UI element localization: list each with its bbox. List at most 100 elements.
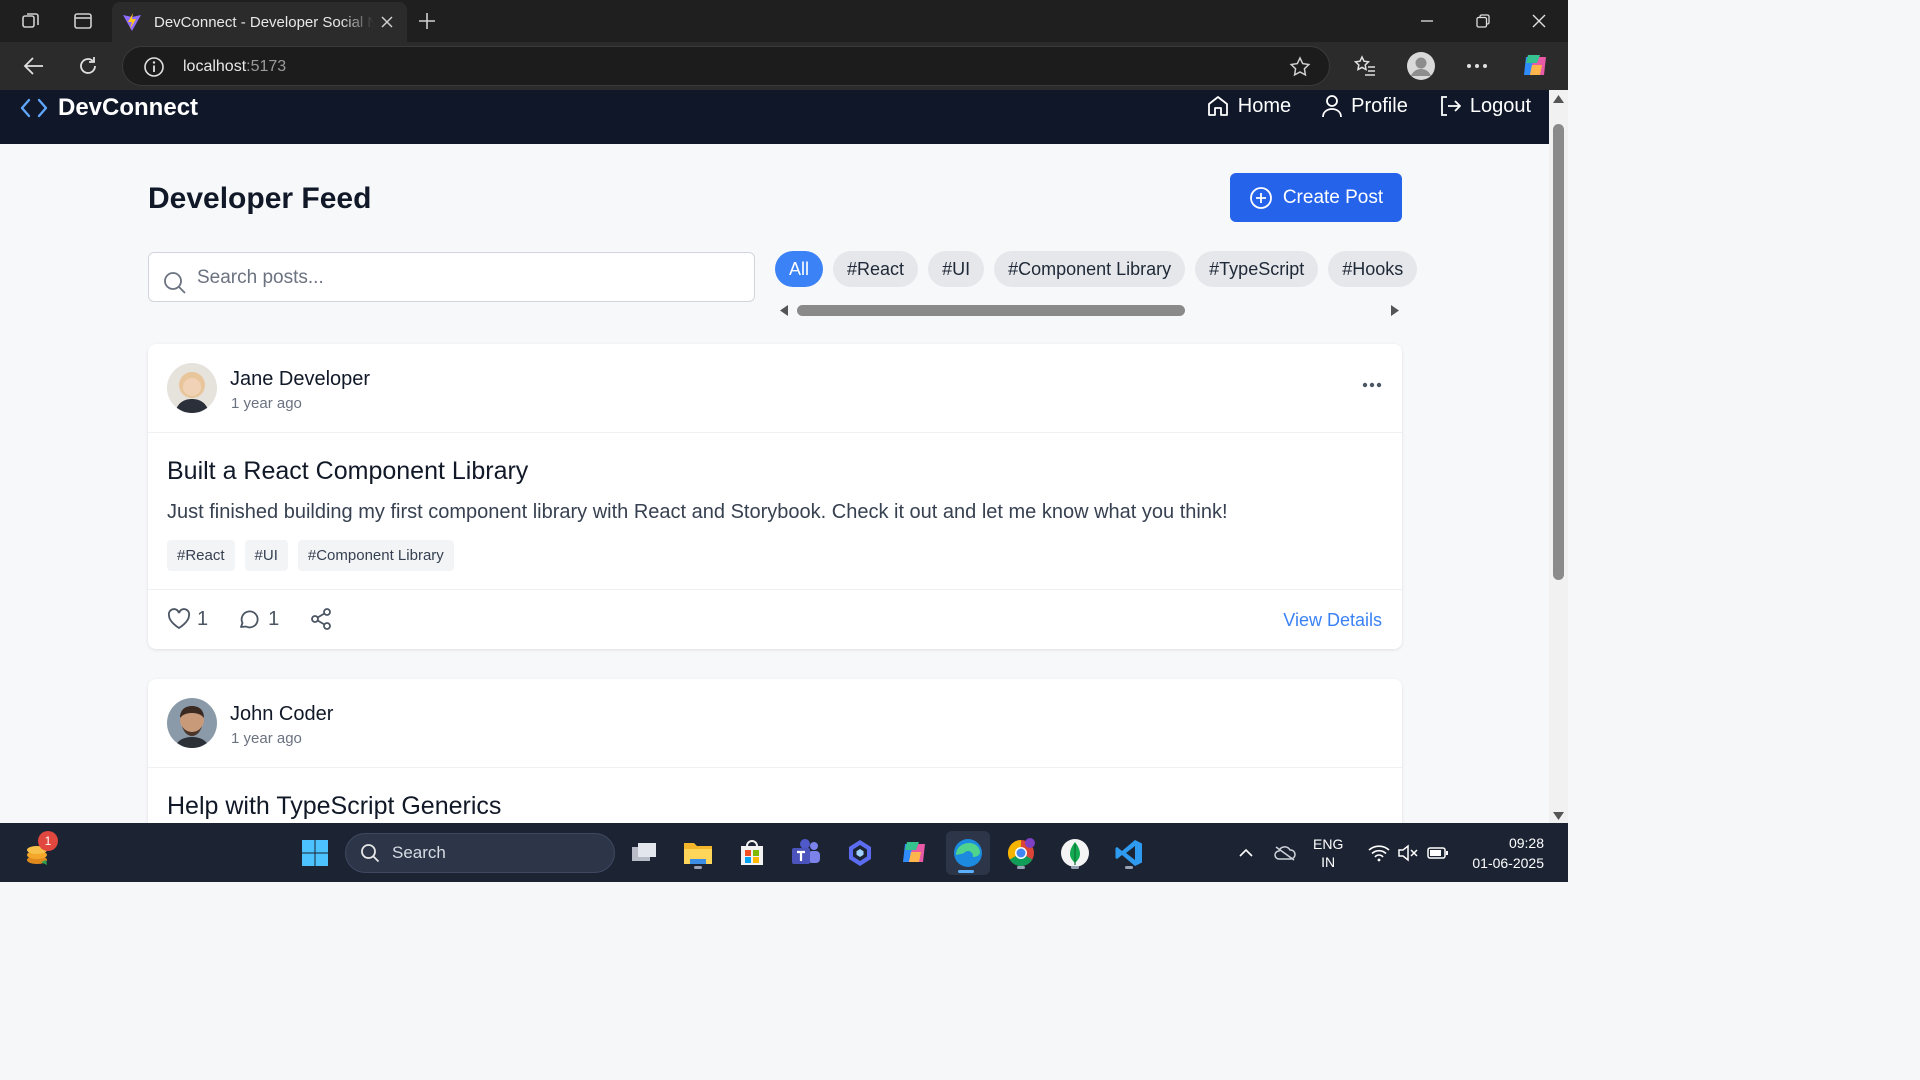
page-scrollbar[interactable] bbox=[1549, 90, 1568, 823]
nav-logout[interactable]: Logout bbox=[1438, 94, 1531, 118]
notification-badge: 1 bbox=[38, 831, 58, 851]
copilot-icon[interactable] bbox=[894, 833, 934, 873]
taskbar-search-label: Search bbox=[392, 843, 446, 862]
close-window-icon[interactable] bbox=[1525, 8, 1553, 34]
create-post-label: Create Post bbox=[1282, 186, 1384, 208]
vite-favicon-icon bbox=[122, 12, 142, 32]
post-tag-ui[interactable]: #UI bbox=[244, 540, 288, 571]
nav-home-label: Home bbox=[1237, 94, 1292, 117]
tab-devconnect[interactable]: DevConnect - Developer Social Network bbox=[112, 2, 407, 42]
search-input[interactable] bbox=[197, 265, 737, 291]
filter-scrollbar-thumb[interactable] bbox=[797, 305, 1185, 316]
logout-icon bbox=[1438, 94, 1462, 118]
more-menu-icon[interactable] bbox=[1463, 52, 1491, 80]
language-code: ENG bbox=[1313, 836, 1344, 852]
refresh-icon[interactable] bbox=[74, 52, 102, 80]
post-content: Just finished building my first componen… bbox=[167, 501, 1228, 523]
post-tag-react[interactable]: #React bbox=[167, 540, 235, 571]
filter-chip-hooks[interactable]: #Hooks bbox=[1328, 251, 1418, 287]
search-box bbox=[148, 252, 755, 302]
close-tab-icon[interactable] bbox=[378, 12, 397, 32]
region-code: IN bbox=[1321, 854, 1336, 870]
edge-browser-icon[interactable] bbox=[946, 831, 990, 875]
comment-icon bbox=[238, 608, 262, 630]
url-port: :5173 bbox=[246, 58, 287, 75]
post-title[interactable]: Built a React Component Library bbox=[167, 457, 528, 486]
filter-chip-ui[interactable]: #UI bbox=[928, 251, 985, 287]
mongodb-compass-icon[interactable] bbox=[1055, 833, 1095, 873]
wifi-icon[interactable] bbox=[1367, 841, 1391, 865]
nav-profile[interactable]: Profile bbox=[1321, 94, 1408, 118]
filter-chip-all[interactable]: All bbox=[775, 251, 824, 287]
chevron-up-icon[interactable] bbox=[1234, 841, 1258, 865]
avatar[interactable] bbox=[167, 363, 217, 413]
new-tab-icon[interactable] bbox=[414, 8, 440, 34]
minimize-icon[interactable] bbox=[1413, 8, 1441, 34]
post-title[interactable]: Help with TypeScript Generics bbox=[167, 792, 501, 821]
more-options-icon[interactable] bbox=[1362, 382, 1382, 388]
post-author[interactable]: John Coder bbox=[230, 703, 333, 726]
create-post-button[interactable]: Create Post bbox=[1230, 173, 1402, 222]
favorites-icon[interactable] bbox=[1351, 52, 1379, 80]
taskbar-search[interactable]: Search bbox=[345, 833, 615, 873]
search-icon bbox=[360, 843, 380, 863]
brand[interactable]: DevConnect bbox=[20, 94, 198, 122]
comment-count: 1 bbox=[268, 607, 280, 630]
tab-actions-icon[interactable] bbox=[70, 8, 96, 34]
windows-taskbar: 1 Search ENG IN 09:28 01-06-2025 bbox=[0, 823, 1568, 882]
filter-chip-react[interactable]: #React bbox=[833, 251, 919, 287]
file-explorer-icon[interactable] bbox=[678, 833, 718, 873]
filter-chip-component-library[interactable]: #Component Library bbox=[994, 251, 1186, 287]
microsoft-store-icon[interactable] bbox=[732, 833, 772, 873]
post-tag-component-library[interactable]: #Component Library bbox=[297, 540, 454, 571]
clock-time: 09:28 bbox=[1508, 835, 1544, 851]
post-card: John Coder 1 year ago Help with TypeScri… bbox=[148, 679, 1402, 823]
clock[interactable]: 09:28 01-06-2025 bbox=[1462, 833, 1544, 873]
scroll-left-icon[interactable] bbox=[779, 304, 789, 317]
filter-scrollbar[interactable] bbox=[775, 299, 1402, 317]
plus-circle-icon bbox=[1249, 186, 1273, 210]
share-button[interactable] bbox=[309, 607, 333, 631]
battery-icon[interactable] bbox=[1426, 841, 1450, 865]
scroll-right-icon[interactable] bbox=[1390, 304, 1400, 317]
copilot-app-icon[interactable] bbox=[840, 833, 880, 873]
scrollbar-thumb[interactable] bbox=[1553, 124, 1564, 580]
restore-icon[interactable] bbox=[1469, 8, 1497, 34]
workspaces-icon[interactable] bbox=[18, 8, 44, 34]
start-windows-icon[interactable] bbox=[295, 833, 335, 873]
nav-home[interactable]: Home bbox=[1206, 94, 1291, 118]
speaker-muted-icon[interactable] bbox=[1396, 841, 1420, 865]
post-time: 1 year ago bbox=[231, 395, 302, 412]
favorite-star-icon[interactable] bbox=[1289, 56, 1311, 78]
like-button[interactable]: 1 bbox=[167, 608, 208, 631]
filter-chip-typescript[interactable]: #TypeScript bbox=[1195, 251, 1319, 287]
share-icon bbox=[309, 607, 333, 631]
user-icon bbox=[1321, 94, 1343, 118]
teams-icon[interactable] bbox=[786, 833, 826, 873]
site-info-icon[interactable] bbox=[143, 56, 165, 78]
address-bar[interactable]: localhost:5173 bbox=[122, 46, 1330, 86]
avatar[interactable] bbox=[167, 698, 217, 748]
nav-profile-label: Profile bbox=[1351, 94, 1408, 117]
chrome-icon[interactable] bbox=[1001, 833, 1041, 873]
tag-filter-bar: All #React #UI #Component Library #TypeS… bbox=[775, 251, 1418, 323]
browser-tab-bar: DevConnect - Developer Social Network bbox=[0, 0, 1568, 42]
nav-links: Home Profile Logout bbox=[1206, 94, 1531, 118]
post-author[interactable]: Jane Developer bbox=[230, 368, 370, 391]
page-title: Developer Feed bbox=[148, 182, 372, 215]
task-view-icon[interactable] bbox=[624, 833, 664, 873]
back-arrow-icon[interactable] bbox=[20, 52, 48, 80]
scroll-down-icon[interactable] bbox=[1552, 811, 1565, 821]
vscode-icon[interactable] bbox=[1109, 833, 1149, 873]
post-time: 1 year ago bbox=[231, 730, 302, 747]
clock-date: 01-06-2025 bbox=[1472, 855, 1544, 871]
view-details-link[interactable]: View Details bbox=[1283, 610, 1382, 631]
copilot-icon[interactable] bbox=[1519, 50, 1551, 82]
profile-avatar-icon[interactable] bbox=[1405, 50, 1437, 82]
scroll-up-icon[interactable] bbox=[1552, 94, 1565, 104]
comment-button[interactable]: 1 bbox=[238, 608, 279, 631]
search-icon bbox=[163, 271, 187, 295]
onedrive-icon[interactable] bbox=[1273, 841, 1297, 865]
language-indicator[interactable]: ENG IN bbox=[1313, 835, 1343, 871]
brand-name: DevConnect bbox=[58, 94, 199, 121]
